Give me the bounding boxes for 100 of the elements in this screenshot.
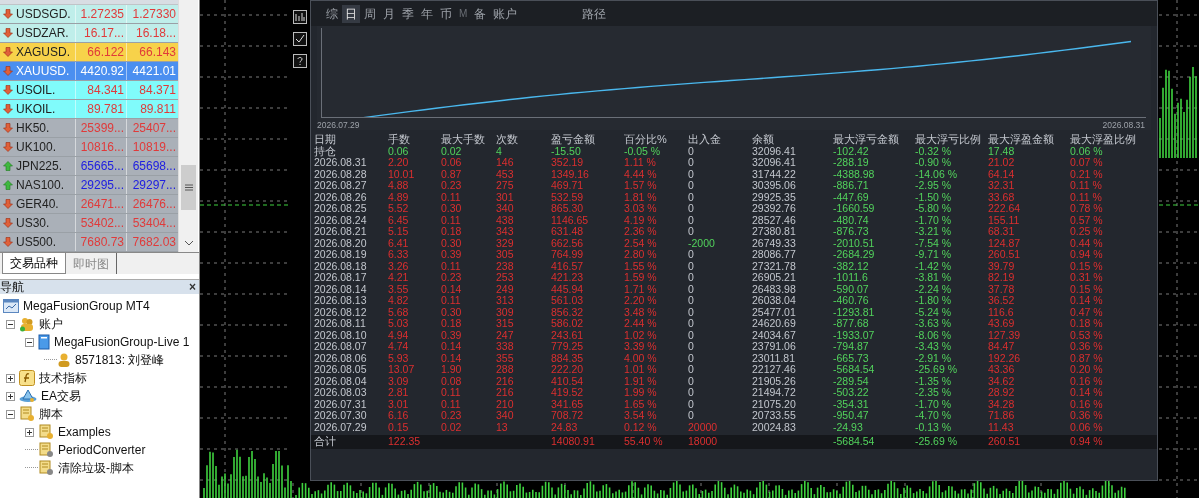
report-tab[interactable]: 日 bbox=[342, 4, 360, 23]
table-cell-text: 68.31 bbox=[988, 226, 1016, 238]
collapse-icon[interactable] bbox=[25, 337, 34, 347]
table-cell-text: 2026.08.24 bbox=[314, 214, 368, 226]
table-cell-text: 24034.67 bbox=[752, 329, 797, 341]
tree-item[interactable]: 8571813: 刘登峰 bbox=[75, 351, 165, 369]
tree-item[interactable]: MegaFusionGroup-Live 1 bbox=[54, 333, 190, 351]
symbol-row[interactable]: USDZAR. 16.17... 16.18... bbox=[0, 24, 178, 43]
expand-icon[interactable] bbox=[6, 373, 15, 383]
report-tab[interactable]: 周 bbox=[361, 4, 379, 23]
close-button[interactable]: × bbox=[189, 281, 196, 293]
table-cell-text: 1.59 % bbox=[624, 272, 658, 284]
table-cell-text: -2000 bbox=[688, 237, 716, 249]
scrollbar[interactable] bbox=[178, 0, 198, 252]
table-cell-text: 0.47 % bbox=[1070, 306, 1104, 318]
table-cell-text: 26038.04 bbox=[752, 295, 797, 307]
tree-item[interactable]: MegaFusionGroup MT4 bbox=[23, 297, 150, 315]
report-tab[interactable]: 币 bbox=[437, 4, 455, 23]
table-cell-text: 0.16 % bbox=[1070, 375, 1104, 387]
table-cell-text: 0 bbox=[688, 272, 695, 284]
symbol-row[interactable]: NAS100. 29295... 29297... bbox=[0, 176, 178, 195]
expand-icon[interactable] bbox=[6, 391, 15, 401]
table-cell-text: 2026.08.31 bbox=[314, 157, 368, 169]
table-cell-text: 0.53 % bbox=[1070, 329, 1104, 341]
expand-icon[interactable] bbox=[25, 427, 34, 437]
table-cell-text: 216 bbox=[496, 375, 515, 387]
tree-item[interactable]: 脚本 bbox=[39, 405, 63, 423]
tree-item[interactable]: EA交易 bbox=[41, 387, 81, 405]
symbol-row[interactable]: XAGUSD. 66.122 66.143 bbox=[0, 43, 178, 62]
collapse-icon[interactable] bbox=[6, 409, 15, 419]
tree-item[interactable]: Examples bbox=[58, 423, 111, 441]
tree-item[interactable]: 清除垃圾-脚本 bbox=[58, 459, 134, 477]
report-tab[interactable]: 综 bbox=[323, 4, 341, 23]
symbol-row[interactable]: UKOIL. 89.781 89.811 bbox=[0, 100, 178, 119]
column-header: 最大浮亏金额 bbox=[833, 134, 900, 146]
table-cell-text: -3.43 % bbox=[915, 341, 953, 353]
symbol-row[interactable]: US500. 7680.73 7682.03 bbox=[0, 233, 178, 252]
report-tab[interactable]: 月 bbox=[380, 4, 398, 23]
table-cell-text: -950.47 bbox=[833, 410, 870, 422]
table-cell-text: 1.99 % bbox=[624, 387, 658, 399]
report-tab[interactable]: 年 bbox=[418, 4, 436, 23]
table-cell-text: 0.39 bbox=[441, 329, 463, 341]
tree-item[interactable]: PeriodConverter bbox=[58, 441, 146, 459]
symbol-row[interactable]: USDSGD. 1.27235 1.27330 bbox=[0, 5, 178, 24]
table-cell-text: 2.54 % bbox=[624, 237, 658, 249]
check-icon[interactable] bbox=[293, 32, 307, 46]
table-cell-text: 2.36 % bbox=[624, 226, 658, 238]
chart-icon[interactable] bbox=[293, 10, 307, 24]
symbol-row[interactable]: UK100. 10816... 10819... bbox=[0, 138, 178, 157]
table-cell-text: 0 bbox=[688, 295, 695, 307]
table-cell-text: 26483.98 bbox=[752, 283, 797, 295]
table-cell-text: -354.31 bbox=[833, 398, 870, 410]
table-cell-text: 0.57 % bbox=[1070, 214, 1104, 226]
report-tab[interactable]: 路径 bbox=[579, 4, 610, 23]
help-icon[interactable] bbox=[293, 54, 307, 68]
table-cell-text: 0 bbox=[688, 145, 694, 157]
symbol-row[interactable]: USOIL. 84.341 84.371 bbox=[0, 81, 178, 100]
table-cell-text: 0 bbox=[688, 364, 695, 376]
panel-tab[interactable]: 交易品种 bbox=[2, 253, 66, 274]
symbol-row[interactable]: US30. 53402... 53404... bbox=[0, 214, 178, 233]
table-cell-text: 116.6 bbox=[988, 306, 1015, 318]
symbol-row[interactable]: JPN225. 65665... 65698... bbox=[0, 157, 178, 176]
symbol-row[interactable]: HK50. 25399... 25407... bbox=[0, 119, 178, 138]
table-cell-text: -382.12 bbox=[833, 260, 870, 272]
table-cell-text: -1.80 % bbox=[915, 295, 953, 307]
scroll-down-icon[interactable] bbox=[184, 240, 194, 246]
scrollbar-thumb[interactable] bbox=[181, 165, 196, 210]
tree-item[interactable]: 账户 bbox=[39, 315, 63, 333]
table-cell-text: 4.00 % bbox=[624, 352, 658, 364]
symbol-name: US500. bbox=[16, 234, 57, 251]
table-cell-text: -0.05 % bbox=[624, 145, 662, 157]
table-cell-text: 0.14 bbox=[441, 283, 463, 295]
table-cell-text: -7.54 % bbox=[915, 237, 953, 249]
report-tab[interactable]: 季 bbox=[399, 4, 417, 23]
table-cell-text: 884.35 bbox=[551, 352, 585, 364]
tree-item[interactable]: 技术指标 bbox=[39, 369, 87, 387]
table-cell-text: 36.52 bbox=[988, 295, 1016, 307]
collapse-icon[interactable] bbox=[6, 319, 15, 329]
table-cell-text: 71.86 bbox=[988, 410, 1016, 422]
panel-title: 导航 bbox=[0, 280, 24, 294]
report-tab[interactable]: 账户 bbox=[490, 4, 521, 23]
table-cell-text: 0.23 bbox=[441, 272, 463, 284]
table-cell-text: 3.39 % bbox=[624, 341, 658, 353]
table-cell-text: 2026.07.30 bbox=[314, 410, 368, 422]
table-cell-text: -447.69 bbox=[833, 191, 870, 203]
table-cell-text: 0.87 % bbox=[1070, 352, 1104, 364]
bid-price: 29295... bbox=[75, 176, 126, 194]
table-cell-text: 0.21 % bbox=[1070, 168, 1104, 180]
table-cell-text: 2026.08.12 bbox=[314, 306, 368, 318]
table-cell-text: 2026.08.13 bbox=[314, 295, 368, 307]
symbol-name: USDZAR. bbox=[16, 25, 69, 42]
report-tab[interactable]: 备 bbox=[471, 4, 490, 23]
table-cell-text: 20024.83 bbox=[752, 421, 797, 433]
table-cell-text: 155.11 bbox=[988, 214, 1021, 226]
table-cell-text: 0.11 % bbox=[1070, 180, 1103, 192]
table-cell-text: 305 bbox=[496, 249, 515, 261]
table-cell-text: 21905.26 bbox=[752, 375, 797, 387]
table-cell-text: 0.07 % bbox=[1070, 157, 1104, 169]
bid-price: 10816... bbox=[75, 138, 126, 156]
symbol-row[interactable]: GER40. 26471... 26476... bbox=[0, 195, 178, 214]
